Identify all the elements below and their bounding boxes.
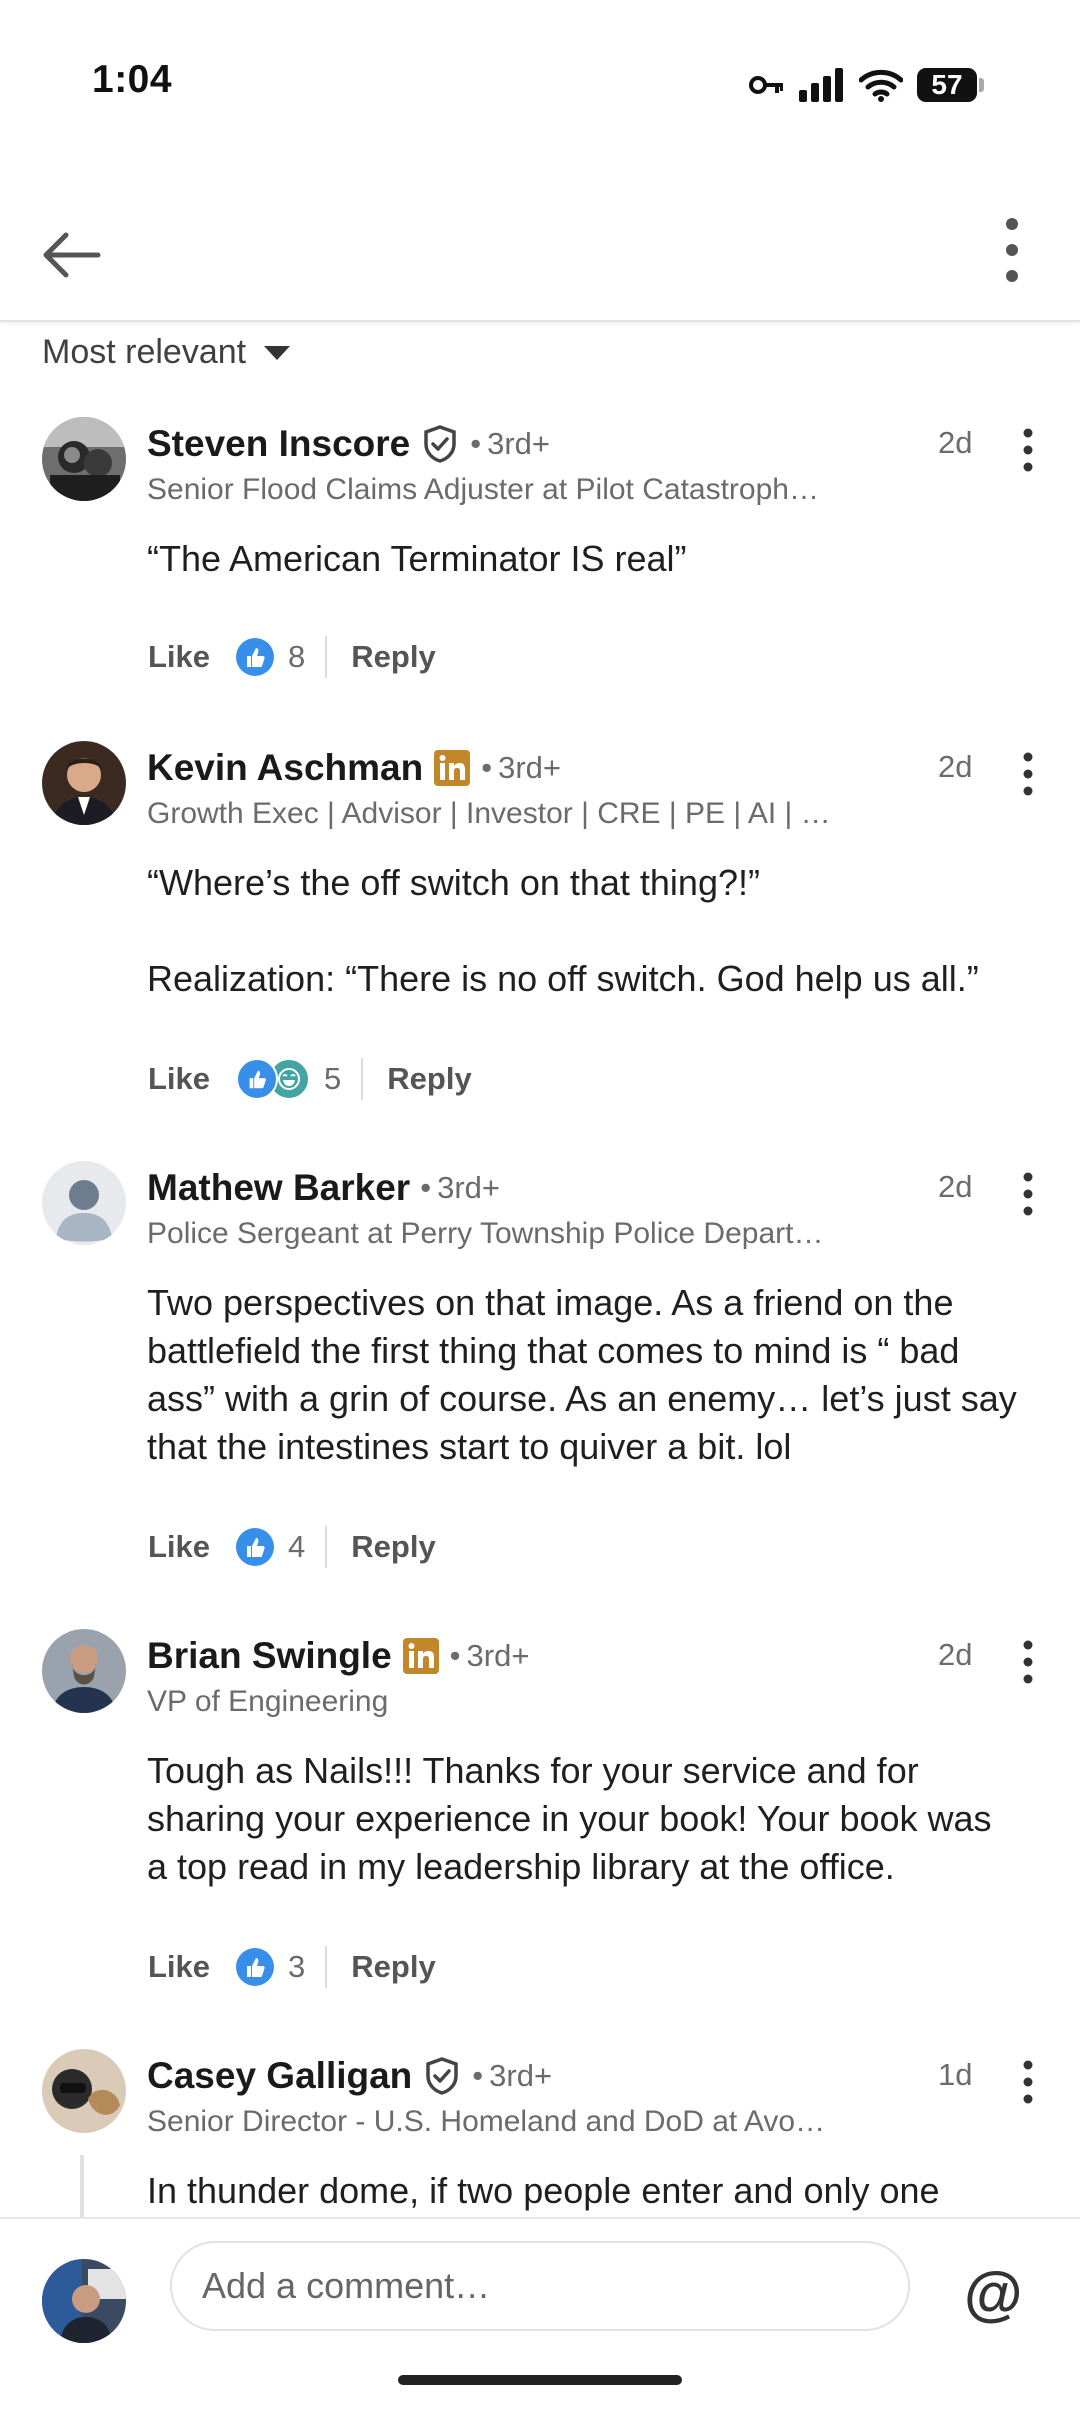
comment-time: 2d [938, 1637, 973, 1672]
more-vertical-icon [1023, 1640, 1033, 1684]
connection-degree: • 3rd+ [420, 1170, 500, 1205]
more-vertical-icon [1023, 2060, 1033, 2104]
linkedin-premium-icon [433, 749, 471, 787]
like-reaction-icon [236, 1058, 279, 1100]
connection-degree: • 3rd+ [449, 1638, 530, 1673]
avatar[interactable] [42, 417, 126, 501]
wifi-icon [859, 69, 903, 102]
linkedin-premium-icon [402, 1637, 440, 1675]
connection-degree: • 3rd+ [470, 426, 551, 461]
at-icon: @ [964, 2260, 1023, 2327]
like-reaction-icon [236, 1948, 275, 1986]
status-time: 1:04 [92, 58, 173, 101]
author-name[interactable]: Brian Swingle [147, 1635, 392, 1677]
status-icons: 57 [749, 62, 984, 108]
mention-button[interactable]: @ [964, 2259, 1023, 2328]
comment-text: “The American Terminator IS real” [147, 538, 687, 579]
comment-more-button[interactable] [1010, 749, 1046, 799]
sort-dropdown[interactable]: Most relevant [42, 330, 291, 374]
status-bar: 1:04 57 [0, 0, 1080, 170]
reaction-count[interactable]: 3 [288, 1949, 305, 1985]
thread-line [80, 2155, 84, 2217]
like-button[interactable]: Like [148, 1529, 210, 1565]
like-button[interactable]: Like [148, 1061, 210, 1097]
author-headline: VP of Engineering [147, 1685, 389, 1718]
author-headline: Growth Exec | Advisor | Investor | CRE |… [147, 797, 831, 830]
comment-more-button[interactable] [1010, 2057, 1046, 2107]
author-name[interactable]: Steven Inscore [147, 423, 410, 465]
home-indicator[interactable] [398, 2375, 682, 2385]
author-name[interactable]: Kevin Aschman [147, 747, 423, 789]
comment-actions: Like 3 Reply [148, 1943, 436, 1991]
comment-more-button[interactable] [1010, 1169, 1046, 1219]
comment-text: Tough as Nails!!! Thanks for your servic… [147, 1750, 992, 1887]
more-vertical-icon [1023, 752, 1033, 796]
comment-time: 1d [938, 2057, 973, 2092]
sort-label: Most relevant [42, 332, 247, 371]
avatar[interactable] [42, 2049, 126, 2133]
verified-icon [420, 424, 460, 464]
comment-text: “Where’s the off switch on that thing?!”… [147, 862, 979, 999]
avatar[interactable] [42, 741, 126, 825]
arrow-left-icon [43, 232, 101, 278]
author-headline: Senior Director - U.S. Homeland and DoD … [147, 2105, 826, 2138]
more-vertical-icon [1006, 218, 1018, 282]
reply-button[interactable]: Reply [387, 1061, 471, 1097]
comment-actions: Like 8 Reply [148, 633, 436, 681]
comment-time: 2d [938, 425, 973, 460]
author-name[interactable]: Casey Galligan [147, 2055, 412, 2097]
connection-degree: • 3rd+ [481, 750, 561, 785]
reply-button[interactable]: Reply [351, 1529, 435, 1565]
comment-input[interactable]: Add a comment… [170, 2241, 910, 2331]
like-button[interactable]: Like [148, 1949, 210, 1985]
battery-level: 57 [917, 68, 977, 102]
comment-more-button[interactable] [1010, 425, 1046, 475]
verified-icon [422, 2056, 462, 2096]
battery-icon: 57 [917, 68, 984, 102]
comment-text: Two perspectives on that image. As a fri… [147, 1282, 1017, 1467]
connection-degree: • 3rd+ [472, 2058, 553, 2093]
my-avatar[interactable] [42, 2259, 126, 2343]
more-options-button[interactable] [982, 210, 1042, 290]
avatar[interactable] [42, 1161, 126, 1245]
key-icon [749, 76, 783, 94]
author-headline: Police Sergeant at Perry Township Police… [147, 1217, 824, 1250]
caret-down-icon [264, 346, 291, 360]
comment-actions: Like 5 Reply [148, 1055, 472, 1103]
author-headline: Senior Flood Claims Adjuster at Pilot Ca… [147, 473, 819, 506]
reaction-count[interactable]: 4 [288, 1529, 305, 1565]
reply-button[interactable]: Reply [351, 639, 435, 675]
like-button[interactable]: Like [148, 639, 210, 675]
back-button[interactable] [38, 220, 108, 290]
more-vertical-icon [1023, 428, 1033, 472]
reply-button[interactable]: Reply [351, 1949, 435, 1985]
author-name[interactable]: Mathew Barker [147, 1167, 410, 1209]
avatar[interactable] [42, 1629, 126, 1713]
like-reaction-icon [236, 1528, 275, 1566]
comment-text: In thunder dome, if two people enter and… [147, 2170, 940, 2211]
signal-icon [799, 68, 843, 102]
more-vertical-icon [1023, 1172, 1033, 1216]
reaction-count[interactable]: 5 [324, 1061, 341, 1097]
comment-more-button[interactable] [1010, 1637, 1046, 1687]
reaction-count[interactable]: 8 [288, 639, 305, 675]
app-header [0, 170, 1080, 322]
like-reaction-icon [236, 638, 275, 676]
comment-time: 2d [938, 749, 973, 784]
comment-time: 2d [938, 1169, 973, 1204]
comment-actions: Like 4 Reply [148, 1523, 436, 1571]
